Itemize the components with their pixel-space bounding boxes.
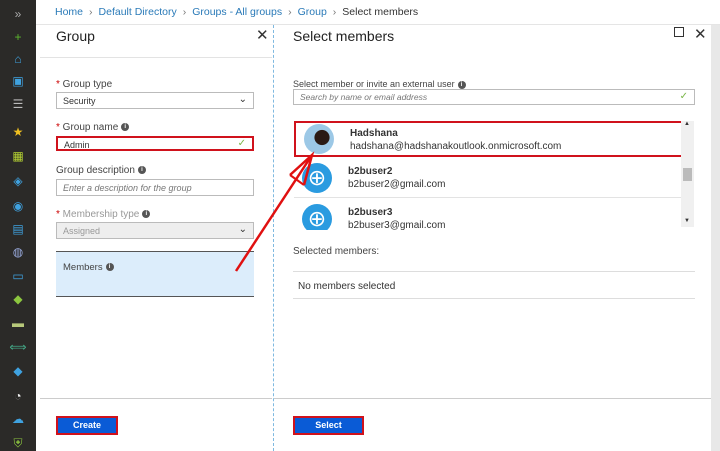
breadcrumb-current: Select members xyxy=(342,6,419,18)
left-nav-sidebar: » + ⌂ ▣ ☰ ★ ▦ ◈ ◉ ▤ ◍ ▭ ◆ ▬ ⟺ ◆ ◔ ☁ ⛨ xyxy=(0,0,36,451)
card-icon[interactable]: ▬ xyxy=(9,315,27,331)
user-list[interactable]: Hadshana hadshana@hadshanakoutlook.onmic… xyxy=(274,121,694,230)
search-label: Select member or invite an external user… xyxy=(293,79,466,89)
footer-divider xyxy=(274,398,712,399)
membership-type-label: * Membership type i xyxy=(56,209,151,220)
scroll-down-icon: ▼ xyxy=(684,218,690,224)
user-email: b2buser2@gmail.com xyxy=(348,179,446,190)
chevron-right-icon: › xyxy=(89,6,93,18)
page-scrollbar[interactable] xyxy=(711,25,720,451)
cube-icon[interactable]: ◈ xyxy=(9,173,27,189)
monitor-icon[interactable]: ▭ xyxy=(9,268,27,284)
home-icon[interactable]: ⌂ xyxy=(9,51,27,67)
cloud-icon[interactable]: ☁ xyxy=(9,411,27,427)
selected-members-label: Selected members: xyxy=(293,246,380,257)
group-type-label: * Group type xyxy=(56,79,113,90)
check-icon: ✓ xyxy=(679,91,688,102)
user-list-item[interactable]: Hadshana hadshana@hadshanakoutlook.onmic… xyxy=(294,121,683,157)
user-list-item[interactable]: ⊕ b2buser3 b2buser3@gmail.com xyxy=(294,199,683,230)
close-icon[interactable]: ✕ xyxy=(256,26,269,44)
members-label: Members i xyxy=(63,262,114,273)
membership-type-select: Assigned ⌄ xyxy=(56,222,254,239)
members-selector[interactable]: Members i xyxy=(56,251,254,297)
close-icon[interactable]: ✕ xyxy=(694,25,707,43)
blade-title: Select members xyxy=(293,28,395,44)
planet-icon[interactable]: ◍ xyxy=(9,244,27,260)
breadcrumb-group[interactable]: Group xyxy=(298,6,327,18)
breadcrumb: Home › Default Directory › Groups - All gr… xyxy=(36,0,720,25)
dashboard-icon[interactable]: ▣ xyxy=(9,73,27,89)
info-icon: i xyxy=(457,80,466,89)
user-email: b2buser3@gmail.com xyxy=(348,220,446,230)
chevron-right-icon: › xyxy=(288,6,292,18)
list-scrollbar[interactable]: ▲ ▼ xyxy=(681,121,694,227)
info-diamond-icon[interactable]: ◆ xyxy=(9,363,27,379)
gauge-icon[interactable]: ◔ xyxy=(9,388,27,404)
search-input[interactable]: Search by name or email address ✓ xyxy=(293,89,695,105)
maximize-icon[interactable] xyxy=(674,27,684,37)
code-icon[interactable]: ⟺ xyxy=(9,339,27,355)
grid-icon[interactable]: ▦ xyxy=(9,148,27,164)
group-description-label: Group description i xyxy=(56,165,146,176)
chevron-right-icon: › xyxy=(332,6,337,18)
shield-icon[interactable]: ⛨ xyxy=(9,435,27,451)
breadcrumb-groups[interactable]: Groups - All groups xyxy=(192,6,282,18)
sql-icon[interactable]: ▤ xyxy=(9,221,27,237)
group-name-input[interactable]: Admin ✓ xyxy=(56,136,254,151)
chevron-down-icon: ⌄ xyxy=(238,94,247,105)
group-description-input[interactable]: Enter a description for the group xyxy=(56,179,254,196)
breadcrumb-home[interactable]: Home xyxy=(55,6,83,18)
group-name-label: * Group name i xyxy=(56,122,130,133)
divider xyxy=(40,57,272,58)
footer-divider xyxy=(40,398,272,399)
list-icon[interactable]: ☰ xyxy=(9,96,27,112)
info-icon: i xyxy=(142,210,151,219)
user-name: b2buser3 xyxy=(348,207,393,218)
select-button[interactable]: Select xyxy=(293,416,364,435)
expand-icon[interactable]: » xyxy=(9,6,27,22)
selected-members-list: No members selected xyxy=(293,271,695,299)
diamond-icon[interactable]: ◆ xyxy=(9,291,27,307)
plus-icon[interactable]: + xyxy=(9,29,27,45)
user-name: b2buser2 xyxy=(348,166,393,177)
scroll-thumb[interactable] xyxy=(683,168,692,181)
star-icon[interactable]: ★ xyxy=(9,124,27,140)
blade-title: Group xyxy=(56,28,95,44)
breadcrumb-directory[interactable]: Default Directory xyxy=(99,6,177,18)
select-members-blade: Select members ✕ Select member or invite… xyxy=(234,25,712,451)
user-email: hadshana@hadshanakoutlook.onmicrosoft.co… xyxy=(350,141,562,152)
group-type-select[interactable]: Security ⌄ xyxy=(56,92,254,109)
create-button[interactable]: Create xyxy=(56,416,118,435)
user-name: Hadshana xyxy=(350,128,398,139)
info-icon: i xyxy=(121,123,130,132)
chevron-right-icon: › xyxy=(182,6,187,18)
info-icon: i xyxy=(105,263,114,272)
info-icon: i xyxy=(137,166,146,175)
globe-icon[interactable]: ◉ xyxy=(9,198,27,214)
user-list-item[interactable]: ⊕ b2buser2 b2buser2@gmail.com xyxy=(294,158,683,198)
scroll-up-icon: ▲ xyxy=(684,121,690,127)
